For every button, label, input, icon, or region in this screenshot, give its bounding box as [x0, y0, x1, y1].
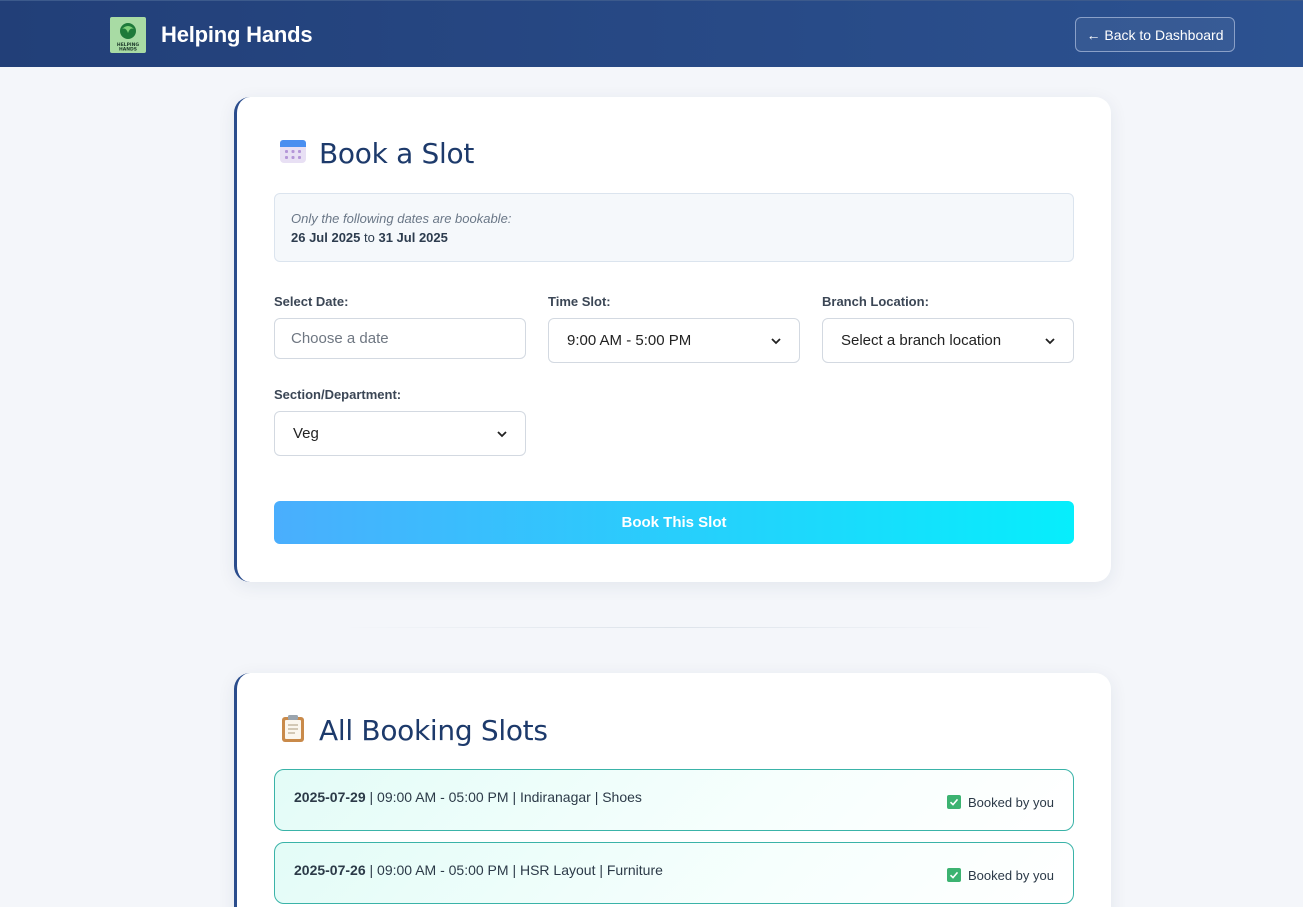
booking-slot-date: 2025-07-26: [294, 862, 366, 878]
booking-slot-meta: | 09:00 AM - 05:00 PM | HSR Layout | Fur…: [365, 862, 663, 878]
bookable-dates-note: Only the following dates are bookable:: [291, 211, 512, 226]
section-department-select[interactable]: Veg: [274, 411, 526, 456]
branch-location-value: Select a branch location: [841, 332, 1002, 349]
booking-status: Booked by you: [946, 867, 1054, 883]
time-slot-label: Time Slot:: [548, 294, 611, 309]
chevron-down-icon: [497, 430, 507, 437]
booking-slots-card: All Booking Slots 2025-07-29 | 09:00 AM …: [234, 673, 1111, 907]
booking-slot-details: 2025-07-26 | 09:00 AM - 05:00 PM | HSR L…: [294, 862, 663, 878]
top-navbar: HELPING HANDS Helping Hands ← Back to Da…: [0, 0, 1303, 67]
date-input-placeholder: Choose a date: [291, 330, 389, 347]
booking-status-label: Booked by you: [967, 794, 1054, 810]
booking-slot-details: 2025-07-29 | 09:00 AM - 05:00 PM | Indir…: [294, 789, 642, 805]
checkmark-icon: [946, 795, 961, 809]
section-divider: [340, 627, 1000, 628]
booking-slot-meta: | 09:00 AM - 05:00 PM | Indiranagar | Sh…: [365, 789, 642, 805]
bookable-dates-info: Only the following dates are bookable: 2…: [274, 193, 1074, 262]
section-department-label: Section/Department:: [274, 387, 402, 402]
booking-slots-title: All Booking Slots: [319, 714, 548, 747]
booking-slots-heading: All Booking Slots: [279, 713, 548, 748]
date-from: 26 Jul 2025: [291, 230, 361, 245]
helping-hands-logo: HELPING HANDS: [110, 17, 146, 53]
book-slot-heading: Book a Slot: [279, 137, 474, 170]
date-input[interactable]: Choose a date: [274, 318, 526, 359]
booking-slot-item[interactable]: 2025-07-29 | 09:00 AM - 05:00 PM | Indir…: [274, 769, 1074, 831]
book-slot-card: Book a Slot Only the following dates are…: [234, 97, 1111, 582]
calendar-icon: [279, 137, 307, 170]
brand-name: Helping Hands: [161, 22, 313, 47]
section-department-value: Veg: [293, 425, 319, 442]
svg-text:HANDS: HANDS: [119, 47, 137, 53]
date-range-separator: to: [364, 230, 375, 245]
select-date-label: Select Date:: [274, 294, 349, 309]
booking-slot-date: 2025-07-29: [294, 789, 366, 805]
booking-status-label: Booked by you: [967, 867, 1054, 883]
branch-location-label: Branch Location:: [822, 294, 929, 309]
back-to-dashboard-button[interactable]: ← Back to Dashboard: [1075, 17, 1235, 52]
date-to: 31 Jul 2025: [378, 230, 448, 245]
book-slot-title: Book a Slot: [319, 137, 475, 170]
time-slot-select[interactable]: 9:00 AM - 5:00 PM: [548, 318, 800, 363]
booking-status: Booked by you: [946, 794, 1054, 810]
bookable-dates-range: 26 Jul 2025 to 31 Jul 2025: [291, 230, 1057, 245]
clipboard-icon: [279, 713, 307, 748]
chevron-down-icon: [771, 337, 781, 344]
book-this-slot-button[interactable]: Book This Slot: [274, 501, 1074, 544]
chevron-down-icon: [1045, 337, 1055, 344]
branch-location-select[interactable]: Select a branch location: [822, 318, 1074, 363]
time-slot-value: 9:00 AM - 5:00 PM: [567, 332, 692, 349]
brand[interactable]: HELPING HANDS Helping Hands: [110, 17, 313, 53]
checkmark-icon: [946, 868, 961, 882]
booking-slot-item[interactable]: 2025-07-26 | 09:00 AM - 05:00 PM | HSR L…: [274, 842, 1074, 904]
